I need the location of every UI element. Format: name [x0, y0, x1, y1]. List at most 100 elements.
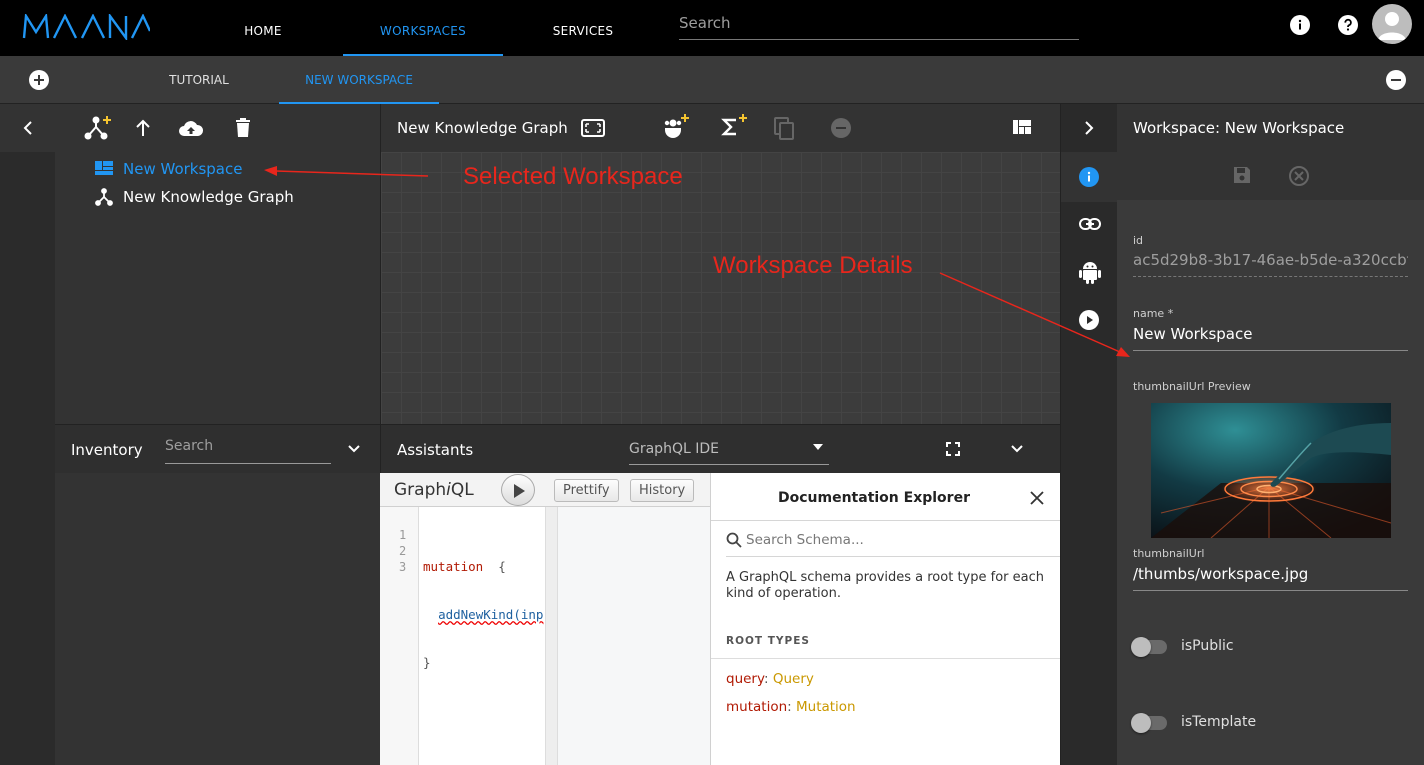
- thumbnail-url-field[interactable]: /thumbs/workspace.jpg: [1133, 565, 1408, 591]
- close-workspace-icon[interactable]: [1386, 70, 1406, 90]
- root-type-query[interactable]: query: Query: [726, 671, 814, 687]
- root-field-name: mutation: [726, 699, 788, 715]
- search-icon: [726, 532, 742, 548]
- is-public-toggle[interactable]: [1131, 637, 1167, 657]
- id-label: id: [1133, 234, 1144, 247]
- prettify-button[interactable]: Prettify: [554, 479, 619, 502]
- code-keyword: mutation: [423, 559, 484, 574]
- user-avatar-icon[interactable]: [1372, 4, 1412, 44]
- assistant-select-value: GraphQL IDE: [629, 441, 719, 457]
- graph-icon: [95, 188, 113, 206]
- root-type-link[interactable]: Mutation: [796, 699, 856, 715]
- line-number: 1: [399, 528, 407, 542]
- nav-tab-workspaces[interactable]: WORKSPACES: [343, 0, 503, 56]
- graphiql-logo: GraphiQL: [394, 480, 474, 500]
- name-label: name *: [1133, 307, 1174, 320]
- annotation-workspace-details: Workspace Details: [713, 252, 913, 279]
- play-icon: [514, 484, 525, 498]
- explorer-gutter: [0, 152, 55, 765]
- help-icon[interactable]: [1338, 15, 1358, 35]
- execute-query-button[interactable]: [501, 474, 535, 506]
- expand-right-icon[interactable]: [1081, 119, 1097, 137]
- fit-view-icon[interactable]: [581, 118, 605, 138]
- fullscreen-icon[interactable]: [946, 442, 960, 456]
- top-app-bar: HOME WORKSPACES SERVICES Search: [0, 0, 1424, 56]
- line-number: 2: [399, 544, 407, 558]
- global-search-input[interactable]: Search: [679, 11, 1079, 40]
- editor-resize-handle[interactable]: [545, 507, 558, 765]
- run-icon[interactable]: [1079, 310, 1099, 330]
- details-action-bar: [1117, 152, 1424, 200]
- tree-item-knowledge-graph[interactable]: New Knowledge Graph: [95, 188, 294, 206]
- layout-icon[interactable]: [1013, 120, 1031, 136]
- android-icon[interactable]: [1079, 260, 1101, 284]
- inventory-header: Inventory Search: [55, 424, 380, 473]
- logo-part: QL: [450, 480, 474, 500]
- cancel-icon[interactable]: [1289, 166, 1309, 186]
- graphiql-toolbar: GraphiQL Prettify History: [380, 473, 710, 507]
- add-workspace-icon[interactable]: [29, 70, 49, 90]
- assistants-title: Assistants: [397, 441, 474, 459]
- assistant-select[interactable]: GraphQL IDE: [629, 438, 829, 465]
- annotation-selected-workspace: Selected Workspace: [463, 163, 683, 190]
- tree-item-workspace[interactable]: New Workspace: [95, 160, 242, 178]
- tree-item-label: New Workspace: [123, 160, 243, 178]
- graph-title: New Knowledge Graph: [397, 119, 568, 137]
- root-field-name: query: [726, 671, 764, 687]
- delete-icon[interactable]: [235, 118, 251, 138]
- is-template-toggle[interactable]: [1131, 713, 1167, 733]
- line-number: 3: [399, 560, 407, 574]
- inventory-list: [55, 473, 380, 765]
- history-button[interactable]: History: [630, 479, 695, 502]
- id-field: ac5d29b8-3b17-46ae-b5de-a320ccbfb12: [1133, 251, 1408, 277]
- doc-header: Documentation Explorer: [711, 473, 1060, 521]
- name-field[interactable]: New Workspace: [1133, 325, 1408, 351]
- inventory-search-input[interactable]: Search: [165, 438, 331, 464]
- assistants-header: Assistants GraphQL IDE: [380, 424, 1060, 473]
- graph-canvas[interactable]: [380, 152, 1060, 424]
- graph-toolbar: New Knowledge Graph: [380, 104, 1060, 152]
- root-type-mutation[interactable]: mutation: Mutation: [726, 699, 856, 715]
- code-call: addNewKind(inp: [438, 607, 544, 622]
- thumbnail-preview-image: [1151, 403, 1391, 538]
- save-icon[interactable]: [1233, 166, 1251, 184]
- collapse-assistant-icon[interactable]: [1009, 443, 1025, 455]
- result-viewer: [558, 507, 710, 765]
- thumbnail-preview-label: thumbnailUrl Preview: [1133, 380, 1251, 393]
- tab-tutorial[interactable]: TUTORIAL: [119, 56, 279, 104]
- link-icon[interactable]: [1079, 217, 1101, 231]
- tree-item-label: New Knowledge Graph: [123, 188, 294, 206]
- remove-icon[interactable]: [831, 118, 851, 138]
- chevron-down-icon[interactable]: [346, 443, 362, 455]
- close-icon[interactable]: [1030, 491, 1044, 505]
- info-icon[interactable]: [1290, 15, 1310, 35]
- graphiql-ide: GraphiQL Prettify History 1 2 3 mutation…: [380, 473, 1060, 765]
- documentation-explorer: Documentation Explorer Search Schema... …: [710, 473, 1060, 765]
- tab-new-workspace[interactable]: NEW WORKSPACE: [279, 56, 439, 104]
- collapse-left-icon[interactable]: [20, 119, 36, 137]
- upload-cloud-icon[interactable]: [178, 119, 204, 137]
- nav-tab-services[interactable]: SERVICES: [543, 0, 623, 56]
- logo-part: Graph: [394, 480, 447, 500]
- add-function-icon[interactable]: [721, 114, 749, 140]
- schema-search-input[interactable]: Search Schema...: [726, 529, 1060, 557]
- root-type-link[interactable]: Query: [773, 671, 814, 687]
- code-brace: {: [498, 559, 506, 574]
- dropdown-arrow-icon: [813, 444, 823, 450]
- divider: [711, 658, 1060, 659]
- query-editor[interactable]: mutation { addNewKind(inp }: [419, 507, 545, 765]
- add-kind-icon[interactable]: [663, 114, 691, 140]
- schema-description: A GraphQL schema provides a root type fo…: [726, 570, 1044, 601]
- add-knowledge-graph-icon[interactable]: [84, 116, 112, 140]
- move-up-icon[interactable]: [134, 118, 152, 138]
- is-template-label: isTemplate: [1181, 714, 1257, 730]
- maana-logo[interactable]: [22, 14, 150, 40]
- details-title: Workspace: New Workspace: [1133, 119, 1345, 137]
- details-rail: [1060, 104, 1118, 765]
- rail-tab-info[interactable]: [1061, 152, 1118, 202]
- nav-tab-home[interactable]: HOME: [223, 0, 303, 56]
- copy-icon[interactable]: [774, 117, 796, 141]
- root-types-heading: ROOT TYPES: [726, 635, 810, 647]
- info-icon: [1079, 167, 1099, 187]
- explorer-toolbar: [0, 104, 380, 152]
